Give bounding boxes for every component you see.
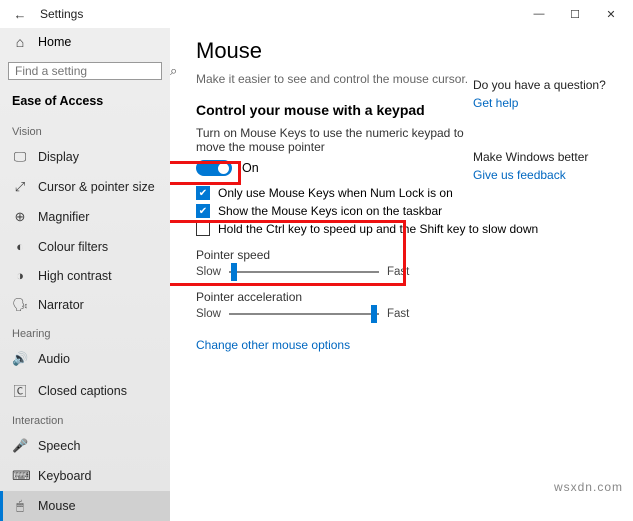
display-icon: 🖵 <box>12 149 28 165</box>
audio-icon: 🔊 <box>12 351 28 367</box>
home-icon: ⌂ <box>12 34 28 50</box>
pointer-accel-slider[interactable] <box>229 313 379 315</box>
other-options-link[interactable]: Change other mouse options <box>196 338 613 352</box>
slow-label: Slow <box>196 266 221 278</box>
checkbox-on-icon: ✔ <box>196 204 210 218</box>
pointer-speed-label: Pointer speed <box>196 248 613 262</box>
maximize-button[interactable]: ☐ <box>557 8 593 21</box>
search-input[interactable] <box>15 64 170 78</box>
pointer-accel-label: Pointer acceleration <box>196 290 613 304</box>
home-label: Home <box>38 35 71 49</box>
sidebar-item-keyboard[interactable]: ⌨Keyboard <box>0 461 170 491</box>
sidebar-item-mouse[interactable]: 🖱Mouse <box>0 491 170 521</box>
group-vision: Vision <box>0 118 170 142</box>
page-title: Mouse <box>196 38 613 64</box>
better-heading: Make Windows better <box>473 150 613 164</box>
back-button[interactable]: ← <box>4 7 36 22</box>
toggle-knob <box>218 163 229 174</box>
colour-icon: ◐ <box>12 239 28 254</box>
right-column: Do you have a question? Get help Make Wi… <box>473 78 613 182</box>
toggle-state: On <box>242 161 259 175</box>
sidebar-item-audio[interactable]: 🔊Audio <box>0 344 170 374</box>
feedback-link[interactable]: Give us feedback <box>473 168 613 182</box>
check-numlock[interactable]: ✔ Only use Mouse Keys when Num Lock is o… <box>196 186 613 200</box>
search-box[interactable]: ⌕ <box>8 62 162 80</box>
slider-thumb[interactable] <box>231 263 237 281</box>
fast-label: Fast <box>387 266 409 278</box>
sidebar-item-cursor[interactable]: ⤢Cursor & pointer size <box>0 172 170 202</box>
group-hearing: Hearing <box>0 320 170 344</box>
cursor-icon: ⤢ <box>12 179 28 195</box>
get-help-link[interactable]: Get help <box>473 96 613 110</box>
speech-icon: 🎤 <box>12 438 28 454</box>
checkbox-off-icon <box>196 222 210 236</box>
checkbox-on-icon: ✔ <box>196 186 210 200</box>
main-content: Mouse Make it easier to see and control … <box>170 28 633 500</box>
titlebar: ← Settings — ☐ ✕ <box>0 0 633 28</box>
check-taskbar-icon[interactable]: ✔ Show the Mouse Keys icon on the taskba… <box>196 204 613 218</box>
sidebar-home[interactable]: ⌂ Home <box>0 28 170 56</box>
sidebar-item-high-contrast[interactable]: ◑High contrast <box>0 261 170 290</box>
magnifier-icon: ⊕ <box>12 209 28 225</box>
keyboard-icon: ⌨ <box>12 468 28 484</box>
mouse-icon: 🖱 <box>12 498 28 514</box>
mouse-keys-desc: Turn on Mouse Keys to use the numeric ke… <box>196 126 466 154</box>
slow-label: Slow <box>196 308 221 320</box>
sidebar-item-display[interactable]: 🖵Display <box>0 142 170 172</box>
sidebar-item-speech[interactable]: 🎤Speech <box>0 431 170 461</box>
window-title: Settings <box>40 7 83 21</box>
contrast-icon: ◑ <box>12 268 28 283</box>
group-interaction: Interaction <box>0 407 170 431</box>
sidebar-item-colour-filters[interactable]: ◐Colour filters <box>0 232 170 261</box>
mouse-keys-toggle[interactable] <box>196 160 232 176</box>
check-ctrl-shift[interactable]: Hold the Ctrl key to speed up and the Sh… <box>196 222 613 236</box>
sidebar-item-magnifier[interactable]: ⊕Magnifier <box>0 202 170 232</box>
minimize-button[interactable]: — <box>521 8 557 20</box>
watermark: wsxdn.com <box>554 480 623 494</box>
category-title: Ease of Access <box>0 90 170 118</box>
sidebar: ⌂ Home ⌕ Ease of Access Vision 🖵Display … <box>0 28 170 500</box>
fast-label: Fast <box>387 308 409 320</box>
cc-icon: 🄲 <box>12 381 28 400</box>
sidebar-item-closed-captions[interactable]: 🄲Closed captions <box>0 374 170 407</box>
question-heading: Do you have a question? <box>473 78 613 92</box>
narrator-icon: 🗣 <box>12 297 28 313</box>
close-button[interactable]: ✕ <box>593 8 629 21</box>
slider-thumb[interactable] <box>371 305 377 323</box>
pointer-speed-slider[interactable] <box>229 271 379 273</box>
sidebar-item-narrator[interactable]: 🗣Narrator <box>0 290 170 320</box>
